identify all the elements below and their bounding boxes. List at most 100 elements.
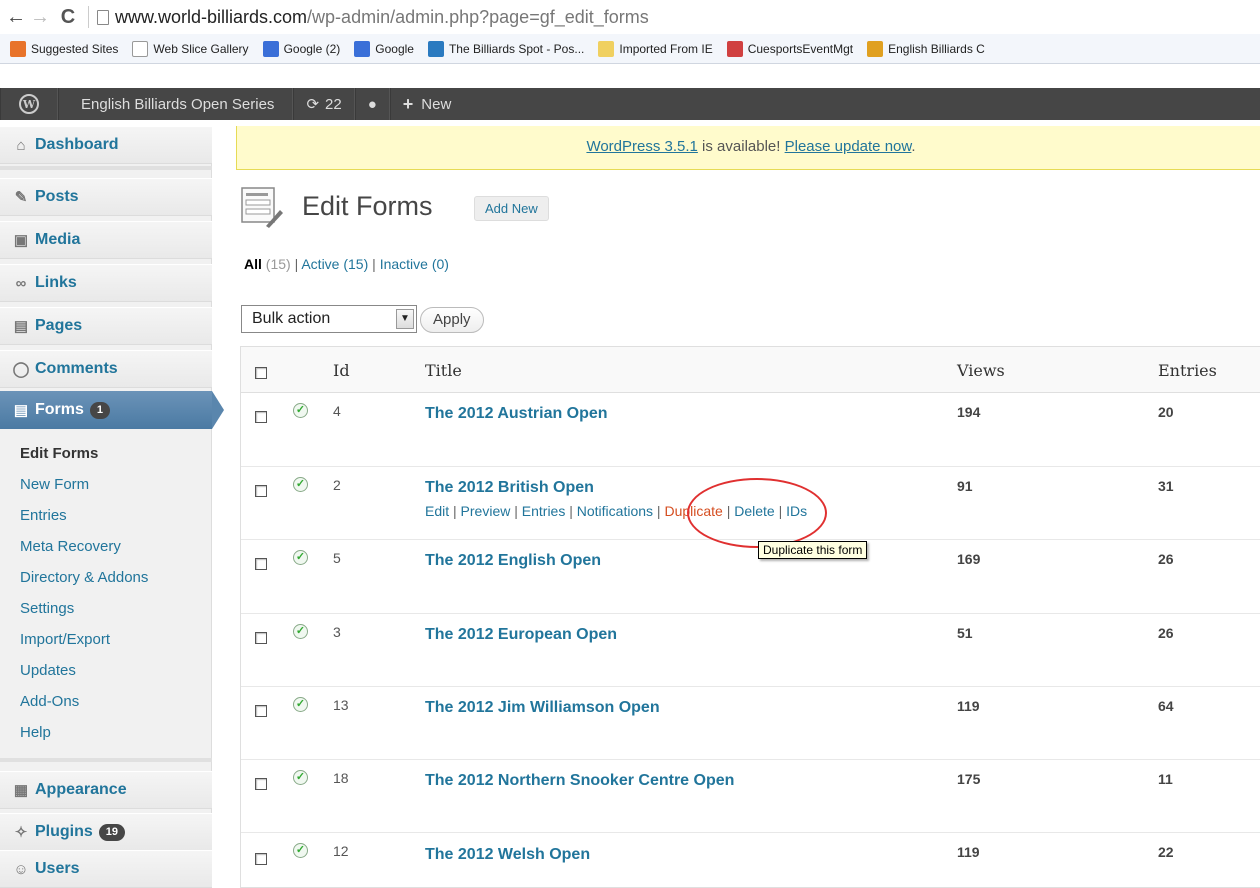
back-arrow-icon[interactable]: ← <box>4 6 28 29</box>
form-title-link[interactable]: The 2012 Austrian Open <box>425 405 608 423</box>
reload-icon[interactable]: C <box>56 6 80 29</box>
active-check-icon[interactable]: ✓ <box>293 697 308 712</box>
submenu-item-new-form[interactable]: New Form <box>0 469 212 500</box>
row-checkbox[interactable] <box>255 705 267 717</box>
submenu-item-edit-forms[interactable]: Edit Forms <box>0 438 212 469</box>
action-entries[interactable]: Entries <box>522 503 566 519</box>
row-checkbox[interactable] <box>255 853 267 865</box>
filter-inactive-count[interactable]: (0) <box>432 256 449 272</box>
update-now-link[interactable]: Please update now <box>785 138 912 155</box>
form-entries[interactable]: 26 <box>1158 625 1174 641</box>
submenu-item-help[interactable]: Help <box>0 717 212 748</box>
sidebar-item-appearance[interactable]: ▦ Appearance <box>0 771 212 809</box>
submenu-item-updates[interactable]: Updates <box>0 655 212 686</box>
apply-button[interactable]: Apply <box>420 307 484 333</box>
bookmark-item[interactable]: The Billiards Spot - Pos... <box>427 40 584 57</box>
filter-active-count[interactable]: (15) <box>343 256 368 272</box>
active-check-icon[interactable]: ✓ <box>293 550 308 565</box>
bookmark-item[interactable]: Web Slice Gallery <box>132 40 249 57</box>
submenu-item-add-ons[interactable]: Add-Ons <box>0 686 212 717</box>
forms-table: Id Title Views Entries ✓ 4 The 2012 Austri… <box>240 346 1260 888</box>
column-header-views[interactable]: Views <box>957 361 1005 380</box>
bookmark-item[interactable]: English Billiards C <box>867 40 985 57</box>
filter-inactive[interactable]: Inactive <box>380 256 428 272</box>
action-notifications[interactable]: Notifications <box>577 503 653 519</box>
comments-menu[interactable]: ● <box>354 88 390 120</box>
active-check-icon[interactable]: ✓ <box>293 477 308 492</box>
column-header-title[interactable]: Title <box>425 361 462 380</box>
add-new-button[interactable]: Add New <box>474 196 549 221</box>
site-name: English Billiards Open Series <box>81 95 275 113</box>
sidebar-item-plugins[interactable]: ✧ Plugins 19 <box>0 813 212 851</box>
form-id: 2 <box>333 477 341 493</box>
new-content-menu[interactable]: + New <box>389 88 464 120</box>
bookmark-item[interactable]: Suggested Sites <box>10 40 118 57</box>
submenu-item-directory-addons[interactable]: Directory & Addons <box>0 562 212 593</box>
bookmark-item[interactable]: Google (2) <box>262 40 341 57</box>
submenu-item-meta-recovery[interactable]: Meta Recovery <box>0 531 212 562</box>
form-views: 119 <box>957 698 980 714</box>
wordpress-version-link[interactable]: WordPress 3.5.1 <box>586 138 697 155</box>
form-entries[interactable]: 64 <box>1158 698 1174 714</box>
form-views: 175 <box>957 771 981 787</box>
dropdown-arrow-icon[interactable]: ▼ <box>396 309 414 329</box>
address-bar[interactable]: www.world-billiards.com/wp-admin/admin.p… <box>115 7 649 28</box>
bookmark-item[interactable]: Imported From IE <box>598 40 713 57</box>
form-entries[interactable]: 31 <box>1158 478 1174 494</box>
submenu-item-import-export[interactable]: Import/Export <box>0 624 212 655</box>
column-header-entries[interactable]: Entries <box>1158 361 1217 380</box>
form-entries[interactable]: 11 <box>1158 771 1173 787</box>
action-preview[interactable]: Preview <box>461 503 511 519</box>
form-title-link[interactable]: The 2012 European Open <box>425 626 617 644</box>
url-path: /wp-admin/admin.php?page=gf_edit_forms <box>307 6 649 27</box>
row-checkbox[interactable] <box>255 778 267 790</box>
submenu-item-settings[interactable]: Settings <box>0 593 212 624</box>
bookmark-item[interactable]: Google <box>354 40 414 57</box>
form-title-link[interactable]: The 2012 British Open <box>425 479 594 497</box>
wp-logo-menu[interactable]: W <box>0 88 58 120</box>
sidebar-item-dashboard[interactable]: ⌂ Dashboard <box>0 126 212 164</box>
active-check-icon[interactable]: ✓ <box>293 843 308 858</box>
column-header-id[interactable]: Id <box>333 361 350 380</box>
submenu-item-entries[interactable]: Entries <box>0 500 212 531</box>
active-check-icon[interactable]: ✓ <box>293 770 308 785</box>
row-checkbox[interactable] <box>255 558 267 570</box>
speech-bubble-icon: ● <box>367 95 377 113</box>
bulk-action-select[interactable]: Bulk action ▼ <box>241 305 417 333</box>
table-row: ✓ 18 The 2012 Northern Snooker Centre Open… <box>241 760 1260 833</box>
action-separator: | <box>565 503 577 519</box>
form-entries[interactable]: 20 <box>1158 404 1174 420</box>
sidebar-item-forms[interactable]: ▤ Forms 1 <box>0 391 224 429</box>
form-title-link[interactable]: The 2012 Welsh Open <box>425 846 590 864</box>
sidebar-item-posts[interactable]: ✎ Posts <box>0 178 212 216</box>
row-checkbox[interactable] <box>255 411 267 423</box>
row-checkbox[interactable] <box>255 485 267 497</box>
sidebar-item-comments[interactable]: ◯ Comments <box>0 350 212 388</box>
filter-active[interactable]: Active <box>301 256 339 272</box>
site-name-menu[interactable]: English Billiards Open Series <box>58 88 294 120</box>
active-check-icon[interactable]: ✓ <box>293 403 308 418</box>
form-title-link[interactable]: The 2012 Northern Snooker Centre Open <box>425 772 734 790</box>
filter-all[interactable]: All <box>244 256 262 272</box>
sidebar-item-label: Links <box>35 274 77 291</box>
active-check-icon[interactable]: ✓ <box>293 624 308 639</box>
bookmark-label: Google (2) <box>283 41 341 56</box>
pushpin-icon: ✎ <box>14 189 28 206</box>
sidebar-item-pages[interactable]: ▤ Pages <box>0 307 212 345</box>
sidebar-item-users[interactable]: ☺ Users <box>0 850 212 888</box>
sidebar-item-media[interactable]: ▣ Media <box>0 221 212 259</box>
form-id: 12 <box>333 843 349 859</box>
action-edit[interactable]: Edit <box>425 503 449 519</box>
action-separator: | <box>510 503 522 519</box>
form-entries[interactable]: 26 <box>1158 551 1174 567</box>
row-checkbox[interactable] <box>255 632 267 644</box>
form-title-link[interactable]: The 2012 English Open <box>425 552 601 570</box>
sidebar-item-links[interactable]: ∞ Links <box>0 264 212 302</box>
page-icon <box>132 40 149 57</box>
forward-arrow-icon[interactable]: → <box>28 6 52 29</box>
select-all-checkbox[interactable] <box>255 367 267 379</box>
bookmark-item[interactable]: CuesportsEventMgt <box>726 40 853 57</box>
updates-menu[interactable]: ⟳ 22 <box>293 88 355 120</box>
form-entries[interactable]: 22 <box>1158 844 1174 860</box>
form-title-link[interactable]: The 2012 Jim Williamson Open <box>425 699 660 717</box>
